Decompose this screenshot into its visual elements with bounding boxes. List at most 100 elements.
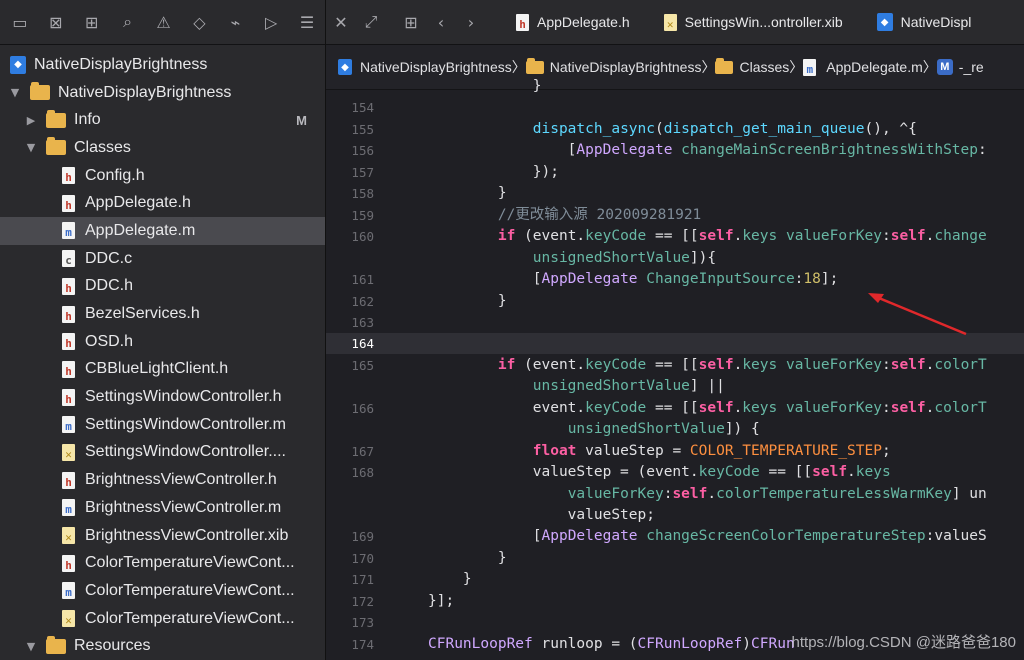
- tree-item-label: BrightnessViewController.m: [85, 498, 282, 516]
- folder-icon: [30, 82, 50, 101]
- code-line: 167 float valueStep = COLOR_TEMPERATURE_…: [326, 441, 1024, 462]
- editor-tab[interactable]: ◆ NativeDispl: [865, 13, 994, 31]
- back-icon[interactable]: ‹: [426, 13, 456, 32]
- tree-item[interactable]: ✕ ColorTemperatureViewCont...: [0, 605, 325, 633]
- tree-item[interactable]: h DDC.h: [0, 273, 325, 301]
- chevron-right-icon: 〉: [511, 59, 526, 75]
- close-icon[interactable]: ✕: [326, 13, 356, 32]
- navigator-sidebar: ▭ ⊠ ⊞ ⌕ ⚠ ◇ ⌁ ▷ ☰ ◆ NativeDisplayBrightne…: [0, 0, 326, 660]
- expand-icon[interactable]: ⤢: [356, 12, 386, 32]
- diamond-icon[interactable]: ◇: [181, 7, 217, 37]
- breadcrumb-label: -_re: [958, 59, 984, 75]
- chevron-right-icon: 〉: [789, 59, 804, 75]
- disclosure-open-icon[interactable]: ▼: [24, 141, 38, 154]
- tree-item[interactable]: ▶ Info M: [0, 106, 325, 134]
- code-text: if (event.keyCode == [[self.keys valueFo…: [497, 356, 987, 373]
- code-line: 154: [326, 97, 1024, 118]
- code-text: valueForKey:self.colorTemperatureLessWar…: [567, 485, 987, 502]
- tree-item[interactable]: m AppDelegate.m: [0, 217, 325, 245]
- xib-file-icon: ✕: [62, 610, 75, 628]
- tree-item[interactable]: ✕ BrightnessViewController.xib: [0, 522, 325, 550]
- code-text: dispatch_async(dispatch_get_main_queue()…: [532, 120, 917, 137]
- tree-item-label: DDC.c: [85, 249, 133, 267]
- file-tree: ◆ NativeDisplayBrightness ▼ NativeDisplayBr…: [0, 51, 325, 660]
- code-line: 155 dispatch_async(dispatch_get_main_que…: [326, 119, 1024, 140]
- breadcrumb-label: NativeDisplayBrightness: [549, 59, 702, 75]
- line-number: 167: [351, 443, 374, 459]
- code-line: 161 [AppDelegate ChangeInputSource:18];: [326, 269, 1024, 290]
- code-text: }: [428, 78, 542, 94]
- tree-item[interactable]: c DDC.c: [0, 245, 325, 273]
- m-file-icon: m: [62, 582, 75, 600]
- code-line: valueStep;: [326, 505, 1024, 526]
- line-number: 161: [351, 272, 374, 288]
- xib-file-icon: ✕: [62, 443, 75, 461]
- tree-item-label: DDC.h: [85, 277, 134, 295]
- tree-item-label: NativeDisplayBrightness: [58, 83, 232, 101]
- line-number: 162: [351, 293, 374, 309]
- list-icon[interactable]: ☰: [289, 7, 325, 37]
- m-file-icon: m: [62, 416, 75, 434]
- disclosure-open-icon[interactable]: ▼: [8, 86, 22, 99]
- disclosure-closed-icon[interactable]: ▶: [24, 114, 38, 127]
- tree-item-label: Classes: [74, 138, 131, 156]
- search-icon[interactable]: ⌕: [110, 7, 146, 37]
- editor-tab[interactable]: h AppDelegate.h: [504, 13, 652, 31]
- code-line: valueForKey:self.colorTemperatureLessWar…: [326, 484, 1024, 505]
- code-line: 170 }: [326, 548, 1024, 569]
- tree-item[interactable]: h OSD.h: [0, 328, 325, 356]
- code-line: 156 [AppDelegate changeMainScreenBrightn…: [326, 140, 1024, 161]
- tree-item[interactable]: h BrightnessViewController.h: [0, 466, 325, 494]
- tree-item[interactable]: ▼ NativeDisplayBrightness: [0, 79, 325, 107]
- code-text: event.keyCode == [[self.keys valueForKey…: [428, 399, 987, 416]
- tree-item[interactable]: h CBBlueLightClient.h: [0, 356, 325, 384]
- forward-icon[interactable]: ›: [456, 13, 486, 32]
- breadcrumb-item[interactable]: m AppDelegate.m: [803, 58, 923, 76]
- tree-item[interactable]: h Config.h: [0, 162, 325, 190]
- line-number: 159: [351, 207, 374, 223]
- breadcrumb-label: AppDelegate.m: [826, 59, 923, 75]
- tree-item-label: Info: [74, 111, 101, 129]
- code-text: valueStep = (event.keyCode == [[self.key…: [428, 464, 891, 481]
- tab-label: AppDelegate.h: [537, 14, 630, 30]
- tree-item[interactable]: m BrightnessViewController.m: [0, 494, 325, 522]
- line-number: 173: [351, 615, 374, 631]
- chevron-right-icon: 〉: [922, 59, 937, 75]
- breadcrumb-item[interactable]: Classes: [715, 57, 789, 75]
- h-file-icon: h: [62, 360, 75, 378]
- tree-item[interactable]: ▼ Classes: [0, 134, 325, 162]
- hierarchy-icon[interactable]: ⊞: [74, 7, 110, 37]
- breadcrumb-item[interactable]: ◆ NativeDisplayBrightness: [338, 59, 512, 75]
- breadcrumb-item[interactable]: NativeDisplayBrightness: [525, 57, 702, 75]
- breadcrumb-label: NativeDisplayBrightness: [360, 59, 512, 75]
- tree-item[interactable]: h AppDelegate.h: [0, 189, 325, 217]
- breadcrumb-item[interactable]: M -_re: [936, 59, 984, 75]
- code-text: unsignedShortValue]) {: [567, 421, 760, 438]
- label-icon[interactable]: ▷: [253, 7, 289, 37]
- code-text: });: [428, 163, 559, 180]
- close-box-icon[interactable]: ⊠: [38, 7, 74, 37]
- warning-icon[interactable]: ⚠: [146, 7, 182, 37]
- grid-icon[interactable]: ⊞: [396, 13, 426, 32]
- tree-item[interactable]: ✕ SettingsWindowController....: [0, 439, 325, 467]
- line-number: 169: [351, 529, 374, 545]
- tree-item[interactable]: h BezelServices.h: [0, 300, 325, 328]
- tree-item[interactable]: ◆ NativeDisplayBrightness: [0, 51, 325, 79]
- disclosure-open-icon[interactable]: ▼: [24, 640, 38, 653]
- code-line: }: [326, 76, 1024, 97]
- tree-item[interactable]: h ColorTemperatureViewCont...: [0, 549, 325, 577]
- tree-item[interactable]: ▼ Resources: [0, 632, 325, 660]
- h-file-icon: h: [62, 471, 75, 489]
- tree-item[interactable]: h SettingsWindowController.h: [0, 383, 325, 411]
- editor-tab[interactable]: ✕ SettingsWin...ontroller.xib: [652, 13, 865, 31]
- line-number: 155: [351, 121, 374, 137]
- m-file-icon: m: [62, 499, 75, 517]
- tree-item[interactable]: m ColorTemperatureViewCont...: [0, 577, 325, 605]
- tree-item[interactable]: m SettingsWindowController.m: [0, 411, 325, 439]
- project-icon: ◆: [10, 55, 26, 74]
- code-editor: ✕ ⤢ ⊞ ‹ › h AppDelegate.h ✕ SettingsWin...o…: [326, 0, 1024, 660]
- code-line: unsignedShortValue] ||: [326, 376, 1024, 397]
- folder-icon[interactable]: ▭: [2, 7, 38, 37]
- spray-icon[interactable]: ⌁: [217, 7, 253, 37]
- tree-item-label: Resources: [74, 637, 151, 655]
